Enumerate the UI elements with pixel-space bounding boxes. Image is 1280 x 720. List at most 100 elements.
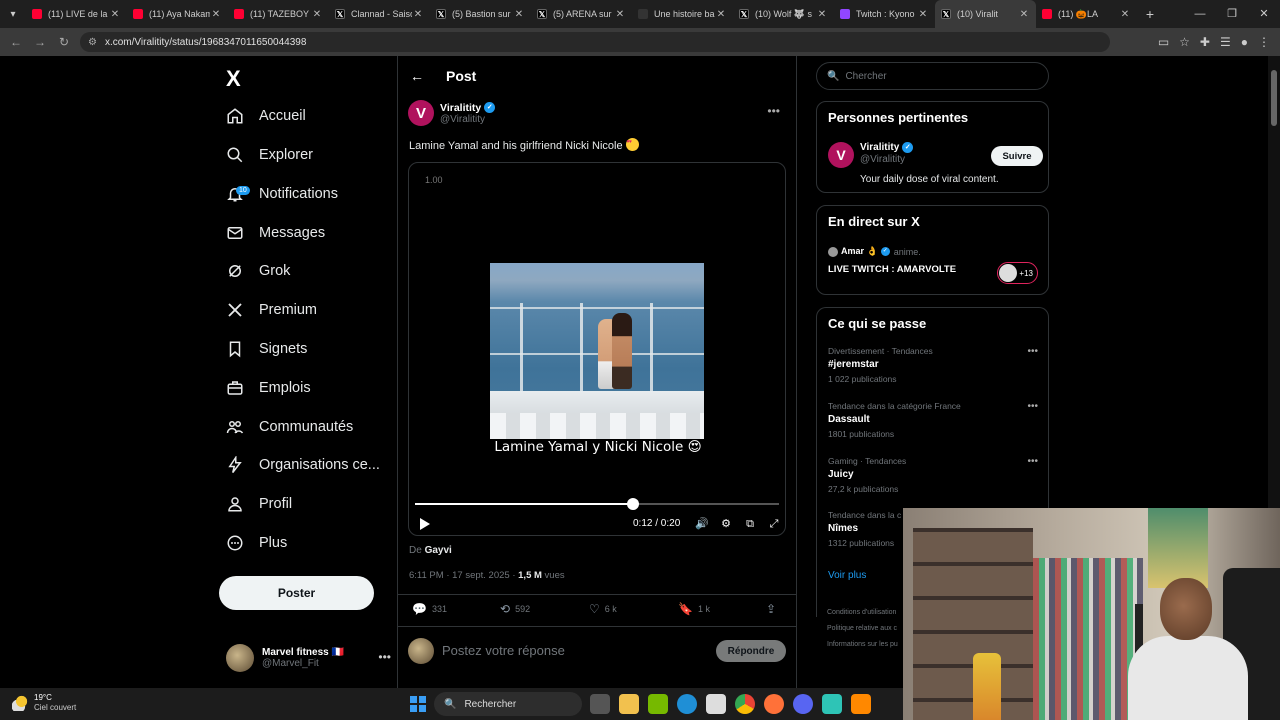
video-player[interactable]: 1.00 Lamine Yamal y Nicki Nicole 😍 0:12 …	[408, 162, 786, 536]
browser-tab[interactable]: 𝕏 (5) ARENA sur ✕	[531, 0, 632, 28]
close-tab-icon[interactable]: ✕	[513, 9, 525, 20]
browser-tab[interactable]: 𝕏 (5) Bastion sur ✕	[430, 0, 531, 28]
author-name-row[interactable]: Viralitity ✓	[440, 102, 496, 114]
chrome-icon[interactable]	[735, 694, 755, 714]
nav-item-explorer[interactable]: Explorer	[226, 140, 313, 170]
close-tab-icon[interactable]: ✕	[816, 9, 828, 20]
footer-link[interactable]: Conditions d'utilisation	[827, 605, 898, 621]
browser-tab[interactable]: (11) TAZEBOY - ✕	[228, 0, 329, 28]
reload-button[interactable]: ↻	[52, 35, 76, 49]
back-button[interactable]: ←	[4, 35, 28, 49]
live-listeners[interactable]: +13	[997, 262, 1038, 284]
like-action[interactable]: ♡ 6 k	[589, 602, 617, 616]
close-tab-icon[interactable]: ✕	[109, 9, 121, 20]
browser-tab[interactable]: (11) Aya Nakam ✕	[127, 0, 228, 28]
nav-item-notifications[interactable]: 10 Notifications	[226, 179, 338, 209]
nav-item-emplois[interactable]: Emplois	[226, 373, 311, 403]
repost-action[interactable]: ⟲ 592	[500, 602, 530, 616]
install-app-icon[interactable]: ▭	[1158, 35, 1169, 49]
site-info-icon[interactable]: ⚙	[88, 37, 97, 48]
trend-more-icon[interactable]: •••	[1027, 401, 1038, 412]
fullscreen-icon[interactable]: ⤢	[767, 517, 781, 531]
live-host[interactable]: Amar 👌 ✓ anime.	[828, 246, 921, 257]
app-icon[interactable]	[822, 694, 842, 714]
close-tab-icon[interactable]: ✕	[210, 9, 222, 20]
post-more-icon[interactable]: •••	[767, 104, 780, 118]
nav-item-plus[interactable]: Plus	[226, 528, 287, 558]
browser-tab[interactable]: 𝕏 (10) Viralit ✕	[935, 0, 1036, 28]
more-dots-icon[interactable]: •••	[378, 650, 391, 664]
vlc-icon[interactable]	[851, 694, 871, 714]
account-switcher[interactable]: Marvel fitness 🇫🇷 @Marvel_Fit •••	[226, 642, 391, 674]
close-tab-icon[interactable]: ✕	[614, 9, 626, 20]
settings-gear-icon[interactable]: ⚙	[719, 517, 733, 531]
nav-item-signets[interactable]: Signets	[226, 334, 307, 364]
profile-icon[interactable]: ●	[1241, 35, 1248, 49]
live-stream-title[interactable]: LIVE TWITCH : AMARVOLTE	[828, 264, 956, 275]
close-tab-icon[interactable]: ✕	[917, 9, 929, 20]
firefox-icon[interactable]	[764, 694, 784, 714]
bookmark-action[interactable]: 🔖 1 k	[678, 602, 710, 616]
footer-link[interactable]: Politique relative aux c	[827, 621, 898, 637]
share-action[interactable]: ⇪	[766, 602, 781, 616]
video-scrubber-handle[interactable]	[627, 498, 640, 510]
browser-menu-icon[interactable]: ⋮	[1258, 35, 1270, 49]
see-more-link[interactable]: Voir plus	[828, 570, 866, 581]
close-tab-icon[interactable]: ✕	[311, 9, 323, 20]
trend-item[interactable]: Divertissement · Tendances #jeremstar 1 02…	[828, 346, 1040, 384]
trend-more-icon[interactable]: •••	[1027, 456, 1038, 467]
reply-input[interactable]: Postez votre réponse	[442, 643, 565, 658]
close-tab-icon[interactable]: ✕	[1018, 9, 1030, 20]
browser-tab[interactable]: 𝕏 Clannad - Saiso ✕	[329, 0, 430, 28]
footer-link[interactable]: Informations sur les pu	[827, 637, 898, 653]
nvidia-icon[interactable]	[648, 694, 668, 714]
nav-item-grok[interactable]: Grok	[226, 256, 290, 286]
video-progress-bar[interactable]	[415, 498, 779, 510]
browser-tab[interactable]: 𝕏 (10) Wolf 🐺 s ✕	[733, 0, 834, 28]
reply-action[interactable]: 💬 331	[412, 602, 447, 616]
task-view-icon[interactable]	[590, 694, 610, 714]
reply-button[interactable]: Répondre	[716, 640, 786, 662]
maximize-button[interactable]: ❐	[1216, 0, 1248, 28]
x-logo-icon[interactable]: X	[226, 66, 241, 92]
browser-tab[interactable]: Twitch : Kyono ✕	[834, 0, 935, 28]
trend-more-icon[interactable]: •••	[1027, 346, 1038, 357]
nav-item-communautés[interactable]: Communautés	[226, 412, 353, 442]
trend-item[interactable]: Tendance dans la catégorie France Dassaul…	[828, 401, 1040, 439]
close-tab-icon[interactable]: ✕	[715, 9, 727, 20]
reading-list-icon[interactable]: ☰	[1220, 35, 1231, 49]
post-button[interactable]: Poster	[219, 576, 374, 610]
url-field[interactable]: ⚙ x.com/Viralitity/status/19683470116500…	[80, 32, 1110, 52]
bookmark-star-icon[interactable]: ☆	[1179, 35, 1190, 49]
browser-tab[interactable]: (11) LIVE de la ✕	[26, 0, 127, 28]
nav-item-profil[interactable]: Profil	[226, 489, 292, 519]
file-explorer-icon[interactable]	[619, 694, 639, 714]
edge-icon[interactable]	[677, 694, 697, 714]
picture-in-picture-icon[interactable]: ⧉	[743, 517, 757, 531]
minimize-button[interactable]: —	[1184, 0, 1216, 28]
close-tab-icon[interactable]: ✕	[412, 9, 424, 20]
extensions-icon[interactable]: ✚	[1200, 35, 1210, 49]
windows-start-icon[interactable]	[410, 696, 426, 712]
volume-icon[interactable]: 🔊	[695, 517, 709, 531]
post-timestamp[interactable]: 6:11 PM · 17 sept. 2025 ·	[409, 570, 518, 581]
nav-item-organisations-ce[interactable]: Organisations ce...	[226, 450, 380, 480]
nav-item-premium[interactable]: Premium	[226, 295, 317, 325]
nav-item-accueil[interactable]: Accueil	[226, 101, 306, 131]
taskbar-search[interactable]: 🔍 Rechercher	[434, 692, 582, 716]
back-arrow-icon[interactable]: ←	[410, 68, 430, 84]
new-tab-button[interactable]: +	[1137, 6, 1163, 22]
follow-button[interactable]: Suivre	[991, 146, 1043, 166]
forward-button[interactable]: →	[28, 35, 52, 49]
close-tab-icon[interactable]: ✕	[1119, 9, 1131, 20]
trend-item[interactable]: Gaming · Tendances Juicy 27,2 k publicatio…	[828, 456, 1040, 494]
search-input[interactable]: 🔍 Chercher	[816, 62, 1049, 90]
author-avatar[interactable]: V	[408, 100, 434, 126]
browser-tab[interactable]: (11) 🎃LA ✕	[1036, 0, 1137, 28]
from-user-link[interactable]: Gayvi	[425, 545, 452, 556]
scrollbar-thumb[interactable]	[1271, 70, 1277, 126]
browser-tab[interactable]: Une histoire ba ✕	[632, 0, 733, 28]
tab-search-button[interactable]: ▾	[0, 0, 26, 28]
weather-widget[interactable]: 19°C Ciel couvert	[12, 693, 76, 713]
close-window-button[interactable]: ✕	[1248, 0, 1280, 28]
